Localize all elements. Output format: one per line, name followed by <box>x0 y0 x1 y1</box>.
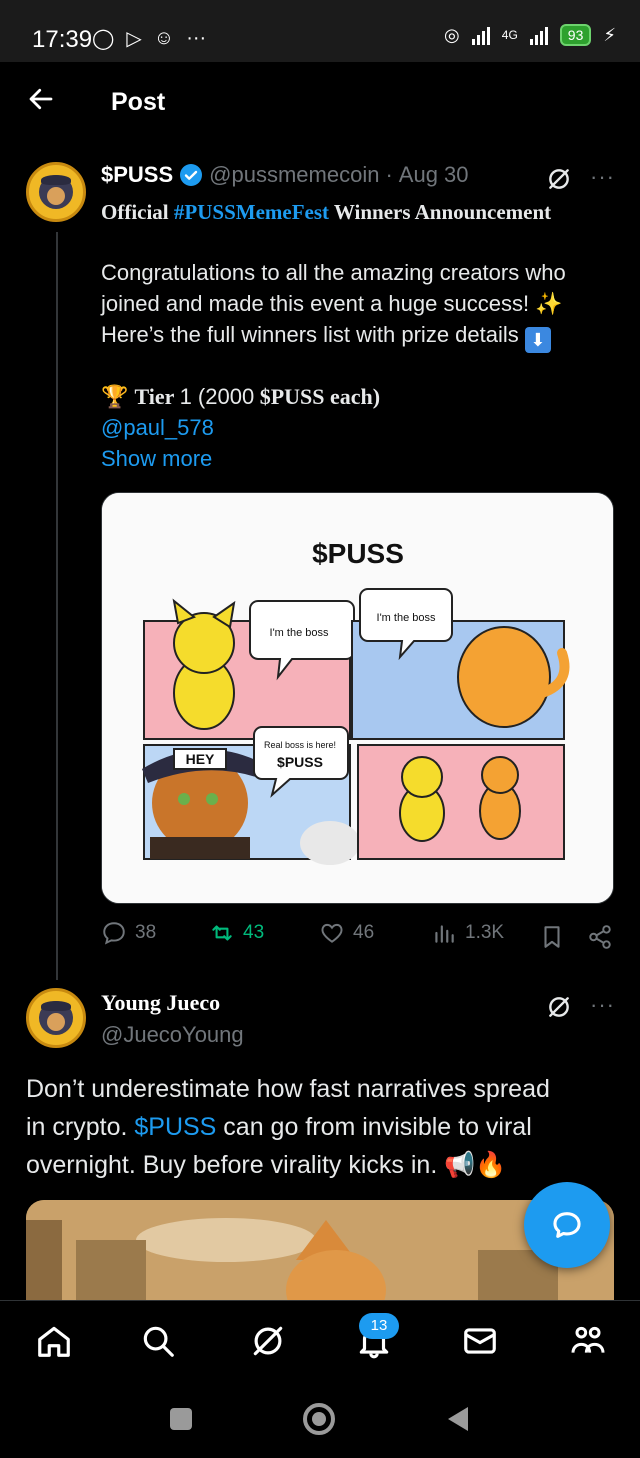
reply-line-2b: can go from invisible to viral <box>216 1113 532 1141</box>
recents-button[interactable] <box>170 1408 192 1430</box>
separator: · <box>385 162 393 187</box>
post-paragraph-2: Here’s the full winners list with prize … <box>101 319 611 353</box>
grok-nav-icon <box>253 1326 283 1356</box>
author-handle[interactable]: @pussmemecoin <box>209 162 379 188</box>
headline-suffix: Winners Announcement <box>329 200 552 224</box>
home-system-button[interactable] <box>303 1403 335 1435</box>
verified-icon <box>180 164 203 186</box>
whatsapp-icon: ◯ <box>92 28 115 50</box>
avatar[interactable] <box>26 162 86 222</box>
bookmark-icon[interactable] <box>539 924 565 950</box>
paragraph-2-text: Here’s the full winners list with prize … <box>101 322 519 347</box>
back-system-button[interactable] <box>446 1406 470 1432</box>
post-headline: Official #PUSSMemeFest Winners Announcem… <box>101 197 551 228</box>
charging-icon: ⚡ <box>603 24 616 45</box>
reply-author-handle[interactable]: @JuecoYoung <box>101 1022 244 1048</box>
status-right-icons: ◎ 4G 93 ⚡ <box>444 24 616 46</box>
communities-icon <box>571 1326 605 1353</box>
signal-icon-2 <box>529 25 548 45</box>
more-icon[interactable]: ··· <box>590 164 615 190</box>
reply-grok-icon[interactable] <box>546 994 572 1020</box>
messages-icon <box>464 1328 496 1354</box>
reply-text: Don’t underestimate how fast narratives … <box>26 1070 626 1184</box>
like-button[interactable]: 46 <box>319 920 374 946</box>
reply-line-1: Don’t underestimate how fast narratives … <box>26 1075 550 1103</box>
page-title: Post <box>111 88 166 116</box>
media-icon: ▷ <box>126 28 142 50</box>
post-header: Post <box>0 62 640 140</box>
network-label: 4G <box>501 28 518 42</box>
nav-communities[interactable] <box>566 1319 610 1363</box>
repost-button[interactable]: 43 <box>209 920 264 946</box>
down-arrow-icon: ⬇ <box>524 327 551 353</box>
comic-title: $PUSS <box>312 538 404 569</box>
tier-line: 🏆 Tier 1 (2000 $PUSS each) <box>101 381 380 412</box>
status-left-icons: ◯ ▷ ☺ ··· <box>92 26 206 51</box>
post-paragraph-1: Congratulations to all the amazing creat… <box>101 260 566 316</box>
post-date[interactable]: Aug 30 <box>399 162 469 188</box>
thread-line <box>56 232 58 980</box>
nav-messages[interactable] <box>458 1319 502 1363</box>
share-icon[interactable] <box>587 924 613 950</box>
home-icon <box>38 1326 70 1357</box>
back-arrow-icon[interactable] <box>26 84 56 114</box>
bubble-3-line-2: $PUSS <box>277 754 323 770</box>
hotspot-icon: ◎ <box>444 24 460 45</box>
bottom-nav: 13 <box>0 1300 640 1380</box>
system-nav-bar <box>0 1380 640 1458</box>
reply-author-name[interactable]: Young Jueco <box>101 990 220 1016</box>
tier-label: Tier <box>134 384 180 409</box>
comic-illustration: $PUSS I'm the boss I'm the boss HEY Real… <box>102 493 613 903</box>
reply-more-icon[interactable]: ··· <box>590 992 615 1018</box>
like-count: 46 <box>353 922 375 943</box>
tier-suffix: $PUSS each) <box>254 384 381 409</box>
trophy-icon: 🏆 <box>101 384 129 409</box>
yellow-cat <box>172 598 236 730</box>
more-notifications-icon: ··· <box>186 27 207 49</box>
battery-indicator: 93 <box>559 24 592 46</box>
like-icon <box>321 923 343 943</box>
grok-icon[interactable] <box>546 166 572 192</box>
compose-icon <box>553 1212 581 1238</box>
reply-avatar[interactable] <box>26 988 86 1048</box>
repost-icon <box>212 925 232 941</box>
compose-button[interactable] <box>524 1182 610 1268</box>
cashtag-link[interactable]: $PUSS <box>134 1113 216 1141</box>
nav-home[interactable] <box>32 1319 76 1363</box>
post-actions: 38 43 46 1.3K <box>101 920 621 956</box>
author-name[interactable]: $PUSS <box>101 162 173 188</box>
reply-button[interactable]: 38 <box>101 920 156 946</box>
cat-app-icon: ☺ <box>153 27 175 49</box>
reply-line-3: overnight. Buy before virality kicks in.… <box>26 1151 507 1179</box>
bubble-2: I'm the boss <box>377 612 436 624</box>
views-icon <box>435 925 454 943</box>
hashtag-link[interactable]: #PUSSMemeFest <box>174 200 329 224</box>
bubble-1: I'm the boss <box>270 627 329 639</box>
reply-count: 38 <box>135 922 157 943</box>
headline-prefix: Official <box>101 200 174 224</box>
reply-icon <box>103 922 125 945</box>
mention-link[interactable]: @paul_578 <box>101 412 214 443</box>
views-button[interactable]: 1.3K <box>431 920 504 946</box>
post-image[interactable]: $PUSS I'm the boss I'm the boss HEY Real… <box>101 492 614 904</box>
repost-count: 43 <box>243 922 265 943</box>
bubble-3-line-1: Real boss is here! <box>264 740 336 750</box>
hey-label: HEY <box>186 751 215 767</box>
signal-icon <box>471 25 490 45</box>
nav-search[interactable] <box>136 1319 180 1363</box>
status-time: 17:39 <box>32 26 93 53</box>
show-more-link[interactable]: Show more <box>101 443 212 474</box>
search-icon <box>143 1326 174 1357</box>
reply-line-2a: in crypto. <box>26 1113 135 1141</box>
status-bar: 17:39 ◯ ▷ ☺ ··· ◎ 4G 93 ⚡ <box>0 0 640 62</box>
tier-number: 1 (2000 <box>179 384 255 409</box>
view-count: 1.3K <box>465 922 505 943</box>
nav-grok[interactable] <box>246 1319 290 1363</box>
notifications-badge: 13 <box>359 1313 399 1339</box>
